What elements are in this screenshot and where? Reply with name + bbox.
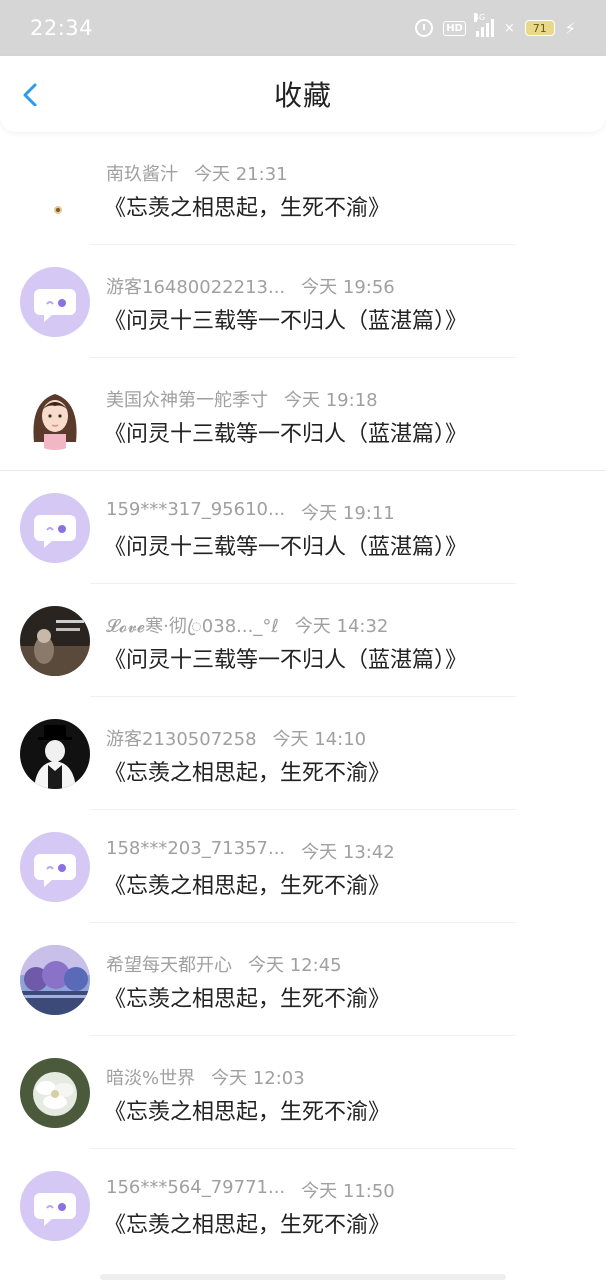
- chat-bubble-icon: [34, 515, 76, 548]
- status-time: 22:34: [30, 16, 94, 40]
- avatar[interactable]: [20, 1058, 90, 1128]
- list-item[interactable]: 美国众神第一舵季寸 今天 19:18 《问灵十三载等一不归人（蓝湛篇）》: [0, 358, 606, 471]
- no-signal-icon: ×: [503, 20, 515, 36]
- item-meta: 希望每天都开心 今天 12:45: [106, 951, 342, 977]
- timestamp: 今天 12:03: [211, 1068, 305, 1089]
- chat-bubble-icon: [34, 289, 76, 322]
- collected-title: 《忘羡之相思起，生死不渝》: [104, 1213, 391, 1238]
- status-bar: 22:34 HD 4G × 71 ⚡: [0, 0, 606, 56]
- avatar[interactable]: [20, 832, 90, 902]
- item-meta: 158***203_71357... 今天 13:42: [106, 838, 395, 864]
- avatar[interactable]: [20, 1171, 90, 1241]
- chat-bubble-icon: [34, 854, 76, 887]
- timestamp: 今天 12:45: [248, 955, 342, 976]
- timestamp: 今天 19:18: [284, 390, 378, 411]
- collected-title: 《问灵十三载等一不归人（蓝湛篇）》: [104, 535, 468, 560]
- battery-icon: 71: [524, 20, 555, 36]
- chat-bubble-icon: [34, 1193, 76, 1226]
- hd-icon: HD: [443, 20, 466, 36]
- back-arrow-icon[interactable]: [20, 82, 44, 106]
- item-meta: 156***564_79771... 今天 11:50: [106, 1177, 395, 1203]
- avatar[interactable]: [20, 719, 90, 789]
- avatar[interactable]: [20, 945, 90, 1015]
- title-bar: 收藏: [0, 56, 606, 132]
- list-item[interactable]: 156***564_79771... 今天 11:50 《忘羡之相思起，生死不渝…: [0, 1149, 606, 1262]
- timestamp: 今天 13:42: [301, 842, 395, 863]
- item-meta: 南玖酱汁 今天 21:31: [106, 160, 288, 186]
- username: 159***317_95610...: [106, 499, 286, 520]
- item-meta: 游客2130507258 今天 14:10: [106, 725, 366, 751]
- list-item[interactable]: 158***203_71357... 今天 13:42 《忘羡之相思起，生死不渝…: [0, 810, 606, 923]
- timestamp: 今天 21:31: [194, 164, 288, 185]
- timestamp: 今天 19:56: [301, 277, 395, 298]
- signal-icon: 4G: [473, 13, 494, 37]
- username: 游客2130507258: [106, 729, 257, 750]
- username: 南玖酱汁: [106, 164, 178, 185]
- item-meta: 159***317_95610... 今天 19:11: [106, 499, 395, 525]
- username: 158***203_71357...: [106, 838, 286, 859]
- item-meta: 暗淡%世界 今天 12:03: [106, 1064, 305, 1090]
- list-item[interactable]: 游客2130507258 今天 14:10 《忘羡之相思起，生死不渝》: [0, 697, 606, 810]
- collected-title: 《问灵十三载等一不归人（蓝湛篇）》: [104, 422, 468, 447]
- timestamp: 今天 19:11: [301, 503, 395, 524]
- scroll-indicator: [100, 1274, 506, 1280]
- collected-title: 《忘羡之相思起，生死不渝》: [104, 761, 391, 786]
- alarm-icon: [415, 19, 434, 37]
- username: 希望每天都开心: [106, 955, 232, 976]
- username: 美国众神第一舵季寸: [106, 390, 268, 411]
- favorites-list: 南玖酱汁 今天 21:31 《忘羡之相思起，生死不渝》 游客1648002221…: [0, 132, 606, 1262]
- charging-icon: ⚡: [564, 18, 576, 38]
- collected-title: 《忘羡之相思起，生死不渝》: [104, 987, 391, 1012]
- username: 暗淡%世界: [106, 1068, 196, 1089]
- collected-title: 《忘羡之相思起，生死不渝》: [104, 1100, 391, 1125]
- list-item[interactable]: 游客16480022213... 今天 19:56 《问灵十三载等一不归人（蓝湛…: [0, 245, 606, 358]
- avatar[interactable]: [20, 380, 90, 450]
- page-title: 收藏: [273, 79, 332, 112]
- username: 游客16480022213...: [106, 277, 286, 298]
- list-item[interactable]: 159***317_95610... 今天 19:11 《问灵十三载等一不归人（…: [0, 471, 606, 584]
- list-item[interactable]: 南玖酱汁 今天 21:31 《忘羡之相思起，生死不渝》: [0, 132, 606, 245]
- list-item[interactable]: 𝓛𝓸𝓿𝓮寒·彻ꦿ038..._°ℓ 今天 14:32 《问灵十三载等一不归人（蓝…: [0, 584, 606, 697]
- network-type-label: 4G: [473, 13, 486, 22]
- timestamp: 今天 14:10: [272, 729, 367, 750]
- collected-title: 《忘羡之相思起，生死不渝》: [104, 874, 391, 899]
- collected-title: 《问灵十三载等一不归人（蓝湛篇）》: [104, 309, 468, 334]
- avatar[interactable]: [20, 493, 90, 563]
- collected-title: 《忘羡之相思起，生死不渝》: [104, 196, 391, 221]
- item-meta: 美国众神第一舵季寸 今天 19:18: [106, 386, 378, 412]
- username: 156***564_79771...: [106, 1177, 286, 1198]
- avatar[interactable]: [20, 267, 90, 337]
- collected-title: 《问灵十三载等一不归人（蓝湛篇）》: [104, 648, 468, 673]
- avatar[interactable]: [20, 154, 90, 224]
- timestamp: 今天 11:50: [301, 1181, 395, 1202]
- avatar[interactable]: [20, 606, 90, 676]
- list-item[interactable]: 暗淡%世界 今天 12:03 《忘羡之相思起，生死不渝》: [0, 1036, 606, 1149]
- list-item[interactable]: 希望每天都开心 今天 12:45 《忘羡之相思起，生死不渝》: [0, 923, 606, 1036]
- status-icons: HD 4G × 71 ⚡: [415, 13, 576, 38]
- item-meta: 游客16480022213... 今天 19:56: [106, 273, 395, 299]
